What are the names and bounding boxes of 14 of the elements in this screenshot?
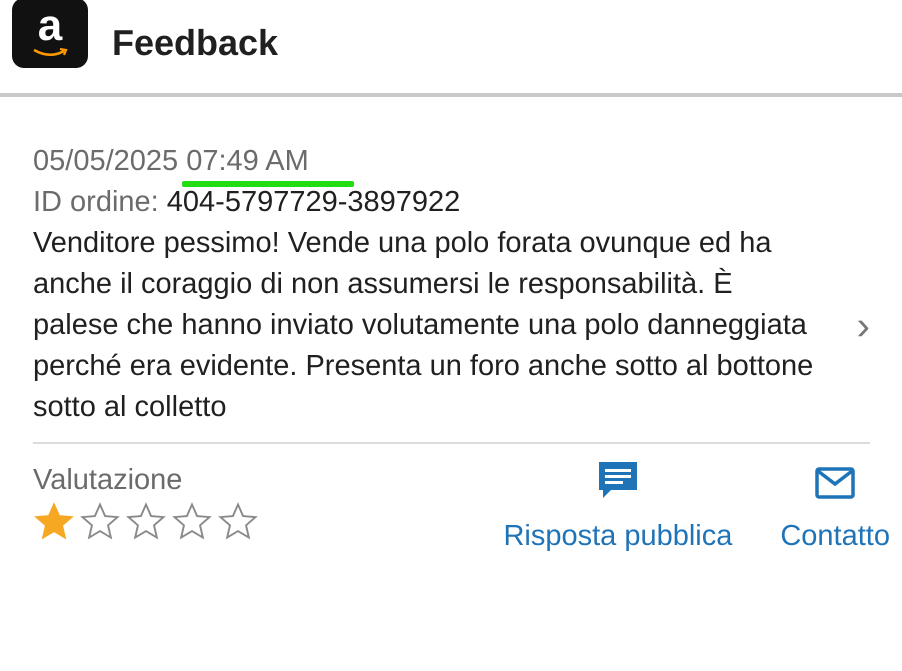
public-reply-button[interactable]: Risposta pubblica (503, 460, 732, 557)
feedback-date: 05/05/2025 (33, 145, 178, 177)
order-id: 404-5797729-3897922 (166, 186, 460, 218)
feedback-comment: Venditore pessimo! Vende una polo forata ovunque ed ha anche il coraggio di non assumersi le responsabilità. È palese che hanno inviato volutamente una polo danneggiata perché era evidente. Presenta un foro anche sotto al bottone sotto al colletto (33, 226, 814, 425)
contact-button[interactable]: Contatto (780, 466, 890, 557)
chat-icon (596, 460, 639, 500)
mail-icon (814, 466, 856, 500)
order-id-label: ID ordine: (33, 186, 159, 218)
feedback-time: 07:49 AM (186, 145, 309, 177)
chevron-icon[interactable]: › (856, 306, 870, 346)
rating-label: Valutazione (33, 463, 184, 498)
page-title: Feedback (112, 21, 278, 65)
logo-letter: a (38, 4, 62, 48)
smile-arrow-icon (32, 48, 68, 58)
